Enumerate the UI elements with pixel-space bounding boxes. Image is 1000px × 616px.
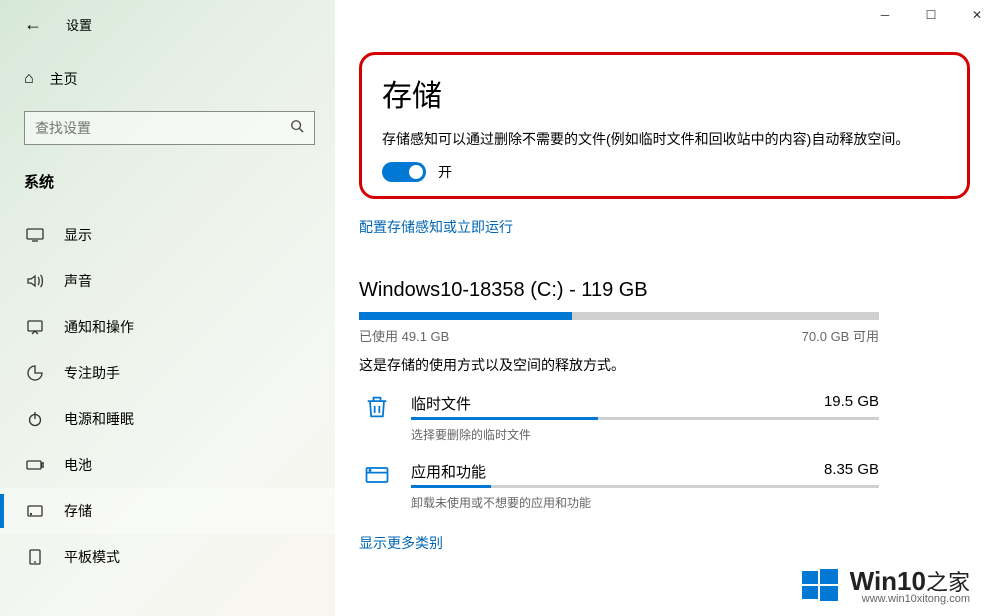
category-name: 临时文件 xyxy=(411,393,471,414)
nav-item-focus[interactable]: 专注助手 xyxy=(0,350,335,396)
category-bar-fill xyxy=(411,485,491,488)
focus-icon xyxy=(24,365,46,381)
page-description: 存储感知可以通过删除不需要的文件(例如临时文件和回收站中的内容)自动释放空间。 xyxy=(382,129,912,150)
sidebar: ← 设置 ⌂ 主页 系统 显示 声音 通知和操作 xyxy=(0,0,335,616)
nav-item-notifications[interactable]: 通知和操作 xyxy=(0,304,335,350)
windows-logo-icon xyxy=(800,565,840,608)
category-size: 8.35 GB xyxy=(824,461,879,482)
power-icon xyxy=(24,411,46,427)
close-button[interactable]: ✕ xyxy=(954,0,1000,30)
storage-sense-highlight: 存储 存储感知可以通过删除不需要的文件(例如临时文件和回收站中的内容)自动释放空… xyxy=(359,52,970,199)
main-content: ─ ☐ ✕ 存储 存储感知可以通过删除不需要的文件(例如临时文件和回收站中的内容… xyxy=(335,0,1000,616)
search-input[interactable] xyxy=(35,120,290,136)
back-button[interactable]: ← xyxy=(24,14,42,35)
used-label: 已使用 49.1 GB xyxy=(359,326,449,345)
apps-icon xyxy=(359,461,395,511)
drive-section: Windows10-18358 (C:) - 119 GB 已使用 49.1 G… xyxy=(359,279,970,553)
free-label: 70.0 GB 可用 xyxy=(802,326,879,345)
nav-label: 电源和睡眠 xyxy=(64,409,134,429)
nav-label: 存储 xyxy=(64,501,92,521)
minimize-button[interactable]: ─ xyxy=(862,0,908,30)
category-bar-fill xyxy=(411,417,598,420)
category-sub: 选择要删除的临时文件 xyxy=(411,426,879,443)
window-controls: ─ ☐ ✕ xyxy=(862,0,1000,30)
tablet-icon xyxy=(24,549,46,565)
nav-list: 显示 声音 通知和操作 专注助手 电源和睡眠 电池 xyxy=(0,206,335,580)
nav-item-sound[interactable]: 声音 xyxy=(0,258,335,304)
nav-label: 声音 xyxy=(64,271,92,291)
category-name: 应用和功能 xyxy=(411,461,486,482)
maximize-button[interactable]: ☐ xyxy=(908,0,954,30)
search-icon xyxy=(290,119,304,137)
storage-sense-toggle-row: 开 xyxy=(382,162,947,182)
drive-usage-bar xyxy=(359,312,879,320)
home-icon: ⌂ xyxy=(24,70,34,88)
drive-usage-fill xyxy=(359,312,572,320)
nav-label: 通知和操作 xyxy=(64,317,134,337)
toggle-label: 开 xyxy=(438,162,452,182)
storage-icon xyxy=(24,503,46,519)
watermark: Win10之家 www.win10xitong.com xyxy=(800,565,970,608)
trash-icon xyxy=(359,393,395,443)
configure-storage-sense-link[interactable]: 配置存储感知或立即运行 xyxy=(359,217,513,237)
watermark-url: www.win10xitong.com xyxy=(862,594,970,605)
sound-icon xyxy=(24,273,46,289)
nav-item-tablet[interactable]: 平板模式 xyxy=(0,534,335,580)
category-size: 19.5 GB xyxy=(824,393,879,414)
drive-title: Windows10-18358 (C:) - 119 GB xyxy=(359,279,970,302)
storage-sense-toggle[interactable] xyxy=(382,162,426,182)
home-nav[interactable]: ⌂ 主页 xyxy=(0,59,335,99)
drive-description: 这是存储的使用方式以及空间的释放方式。 xyxy=(359,355,970,375)
nav-label: 专注助手 xyxy=(64,363,120,383)
drive-usage-labels: 已使用 49.1 GB 70.0 GB 可用 xyxy=(359,326,879,345)
display-icon xyxy=(24,228,46,242)
nav-label: 平板模式 xyxy=(64,547,120,567)
battery-icon xyxy=(24,459,46,471)
nav-label: 电池 xyxy=(64,455,92,475)
app-title: 设置 xyxy=(66,15,92,34)
home-label: 主页 xyxy=(50,69,78,89)
category-apps[interactable]: 应用和功能 8.35 GB 卸载未使用或不想要的应用和功能 xyxy=(359,461,879,511)
watermark-suffix: 之家 xyxy=(926,570,970,595)
category-temp-files[interactable]: 临时文件 19.5 GB 选择要删除的临时文件 xyxy=(359,393,879,443)
nav-item-display[interactable]: 显示 xyxy=(0,212,335,258)
search-box[interactable] xyxy=(24,111,315,145)
page-title: 存储 xyxy=(382,71,947,115)
nav-item-battery[interactable]: 电池 xyxy=(0,442,335,488)
watermark-brand: Win10 xyxy=(850,566,926,596)
category-sub: 卸载未使用或不想要的应用和功能 xyxy=(411,494,879,511)
nav-label: 显示 xyxy=(64,225,92,245)
section-title: 系统 xyxy=(0,153,335,206)
notifications-icon xyxy=(24,319,46,335)
nav-item-storage[interactable]: 存储 xyxy=(0,488,335,534)
nav-item-power[interactable]: 电源和睡眠 xyxy=(0,396,335,442)
show-more-categories-link[interactable]: 显示更多类别 xyxy=(359,533,443,553)
